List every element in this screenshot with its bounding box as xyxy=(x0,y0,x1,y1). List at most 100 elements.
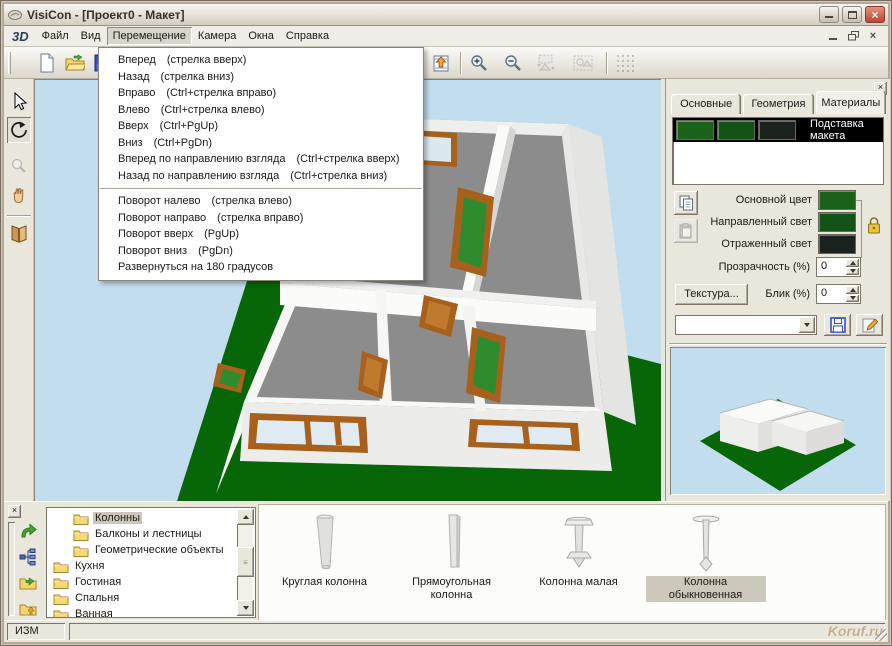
menu-item[interactable]: Камера xyxy=(192,27,242,45)
scroll-up-button[interactable] xyxy=(237,509,254,525)
catalog-close-icon: × xyxy=(12,505,17,515)
catalog-item[interactable]: Круглая колонна xyxy=(261,505,388,620)
spin-down-button[interactable] xyxy=(846,295,859,303)
move-menu-item[interactable]: Поворот вниз (PgDn) xyxy=(99,243,423,260)
move-menu-item[interactable]: Вниз (Ctrl+PgDn) xyxy=(99,135,423,152)
catalog-close-button[interactable]: × xyxy=(8,505,21,518)
catalog-splitter[interactable] xyxy=(8,522,15,616)
folder-row[interactable]: Колонны xyxy=(49,510,236,526)
menu-item[interactable]: Перемещение xyxy=(107,27,192,45)
new-folder-icon xyxy=(19,601,37,617)
move-menu-item[interactable]: Назад по направлению взгляда (Ctrl+стрел… xyxy=(99,168,423,185)
folder-row[interactable]: Балконы и лестницы xyxy=(49,526,236,542)
minimize-button[interactable] xyxy=(819,6,839,23)
select-object-button[interactable] xyxy=(534,50,560,76)
move-menu-item[interactable]: Вверх (Ctrl+PgUp) xyxy=(99,118,423,135)
pointer-tool-button[interactable] xyxy=(7,89,31,115)
spin-up-button[interactable] xyxy=(846,259,859,267)
catalog-item[interactable]: Прямоугольная колонна xyxy=(388,505,515,620)
maximize-button[interactable] xyxy=(842,6,862,23)
new-folder-button[interactable] xyxy=(17,598,39,620)
open-project-icon xyxy=(65,54,85,72)
folder-label: Гостиная xyxy=(73,576,123,588)
catalog-folder-tree[interactable]: Колонны Балконы и лестницы Геометрически… xyxy=(46,507,256,618)
select-group-button[interactable] xyxy=(570,50,596,76)
new-document-button[interactable] xyxy=(34,50,60,76)
menu-bar: 3D ФайлВидПеремещениеКамераОкнаСправка × xyxy=(4,26,888,47)
spin-down-button[interactable] xyxy=(846,268,859,276)
material-preset-combobox[interactable] xyxy=(675,315,817,335)
mdi-minimize-button[interactable] xyxy=(826,30,840,42)
catalog-item-label: Колонна обыкновенная xyxy=(646,576,766,602)
color-swatch[interactable] xyxy=(818,234,856,254)
move-menu-item[interactable]: Поворот направо (стрелка вправо) xyxy=(99,210,423,227)
grid-button[interactable] xyxy=(612,50,638,76)
zoom-in-button[interactable] xyxy=(466,50,492,76)
move-menu-popup: Вперед (стрелка вверх) Назад (стрелка вн… xyxy=(98,47,424,281)
menu-item-label: Развернуться на 180 градусов xyxy=(118,261,273,273)
open-object-button[interactable] xyxy=(17,572,39,594)
move-menu-item[interactable]: Вправо (Ctrl+стрелка вправо) xyxy=(99,85,423,102)
toolbar-separator xyxy=(606,52,608,74)
move-menu-item[interactable]: Вперед (стрелка вверх) xyxy=(99,52,423,69)
scroll-down-button[interactable] xyxy=(237,600,254,616)
mdi-close-button[interactable]: × xyxy=(866,30,880,42)
folder-row[interactable]: Геометрические объекты xyxy=(49,542,236,558)
menu-item-label: Вниз xyxy=(118,137,143,149)
grid-icon xyxy=(615,53,635,73)
menu-item[interactable]: Файл xyxy=(36,27,75,45)
folder-row[interactable]: Кухня xyxy=(49,558,236,574)
material-swatch xyxy=(758,120,796,140)
move-menu-item[interactable]: Назад (стрелка вниз) xyxy=(99,69,423,86)
move-menu-item[interactable]: Поворот вверх (PgUp) xyxy=(99,226,423,243)
tree-view-icon xyxy=(19,548,37,566)
folder-row[interactable]: Ванная xyxy=(49,606,236,618)
folder-row[interactable]: Гостиная xyxy=(49,574,236,590)
tab[interactable]: Основные xyxy=(671,94,741,114)
menu-item[interactable]: Вид xyxy=(75,27,107,45)
menu-item-label: Назад по направлению взгляда xyxy=(118,170,279,182)
lock-colors-button[interactable] xyxy=(865,213,883,237)
tab[interactable]: Материалы xyxy=(816,91,886,114)
scroll-thumb[interactable]: ≡ xyxy=(237,547,254,577)
save-material-button[interactable] xyxy=(824,314,851,336)
door-tool-icon xyxy=(9,223,29,245)
materials-list[interactable]: Подставка макета xyxy=(672,117,884,185)
catalog-item[interactable]: Колонна обыкновенная xyxy=(642,505,769,620)
go-up-button[interactable] xyxy=(17,520,39,542)
move-menu-item[interactable]: Поворот налево (стрелка влево) xyxy=(99,193,423,210)
gloss-spinner[interactable]: 0 xyxy=(816,284,861,304)
menu-item[interactable]: Справка xyxy=(280,27,335,45)
toolbar-separator xyxy=(7,215,31,217)
folder-row[interactable]: Спальня xyxy=(49,590,236,606)
resize-grip[interactable] xyxy=(875,629,887,641)
color-swatch[interactable] xyxy=(818,190,856,210)
pan-hand-tool-button[interactable] xyxy=(7,183,31,209)
combo-arrow-icon[interactable] xyxy=(799,317,815,333)
open-project-button[interactable] xyxy=(62,50,88,76)
export-icon xyxy=(432,53,450,73)
menu-items: ФайлВидПеремещениеКамераОкнаСправка xyxy=(36,27,335,45)
move-menu-item[interactable]: Развернуться на 180 градусов xyxy=(99,259,423,276)
mdi-restore-button[interactable] xyxy=(846,30,860,42)
rotate-view-tool-button[interactable] xyxy=(7,117,31,143)
catalog-item[interactable]: Колонна малая xyxy=(515,505,642,620)
move-menu-item[interactable]: Вперед по направлению взгляда (Ctrl+стре… xyxy=(99,151,423,168)
zoom-out-button[interactable] xyxy=(500,50,526,76)
transparency-spinner[interactable]: 0 xyxy=(816,257,861,277)
tree-scrollbar[interactable]: ≡ xyxy=(237,509,254,616)
door-tool-button[interactable] xyxy=(7,221,31,247)
edit-material-button[interactable] xyxy=(856,314,883,336)
menu-item[interactable]: Окна xyxy=(242,27,280,45)
close-button[interactable]: × xyxy=(865,6,885,23)
spin-up-button[interactable] xyxy=(846,286,859,294)
tree-view-button[interactable] xyxy=(17,546,39,568)
title-bar: VisiCon - [Проект0 - Макет] × xyxy=(4,4,888,26)
material-list-item[interactable]: Подставка макета xyxy=(673,118,883,142)
export-button[interactable] xyxy=(428,50,454,76)
move-menu-item[interactable]: Влево (Ctrl+стрелка влево) xyxy=(99,102,423,119)
tab[interactable]: Геометрия xyxy=(743,94,813,114)
color-swatch[interactable] xyxy=(818,212,856,232)
zoom-tool-button[interactable] xyxy=(7,153,31,179)
texture-button[interactable]: Текстура... xyxy=(675,284,748,305)
